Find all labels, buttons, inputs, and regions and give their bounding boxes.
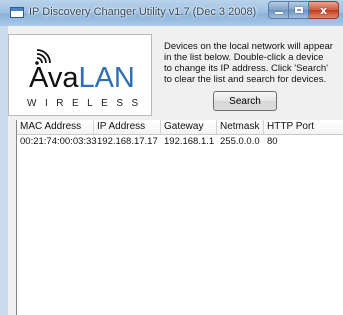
maximize-icon	[294, 7, 303, 13]
cell-http-port: 80	[267, 136, 278, 147]
app-window-icon	[10, 7, 24, 18]
maximize-button[interactable]	[289, 1, 309, 19]
window-controls: x	[268, 1, 339, 19]
cell-ip: 192.168.17.17	[97, 136, 158, 147]
app-window: IP Discovery Changer Utility v1.7 (Dec 3…	[0, 0, 343, 315]
logo-subtitle: WIRELESS	[27, 98, 147, 109]
column-header-mac[interactable]: MAC Address	[17, 120, 94, 134]
avalan-logo: AvaLAN WIRELESS	[8, 34, 152, 116]
logo-brand-lan: LAN	[78, 62, 135, 94]
search-button[interactable]: Search	[213, 91, 277, 111]
logo-wordmark: AvaLAN	[29, 62, 135, 95]
column-header-http-port[interactable]: HTTP Port	[264, 120, 343, 134]
column-header-ip[interactable]: IP Address	[94, 120, 161, 134]
column-header-netmask[interactable]: Netmask	[217, 120, 264, 134]
column-header-gateway[interactable]: Gateway	[161, 120, 217, 134]
instructions-text: Devices on the local network will appear…	[164, 41, 333, 85]
title-bar[interactable]: IP Discovery Changer Utility v1.7 (Dec 3…	[0, 0, 343, 27]
logo-brand-ava: Ava	[29, 62, 79, 94]
table-row[interactable]: 00:21:74:00:03:33 192.168.17.17 192.168.…	[17, 135, 343, 149]
cell-gateway: 192.168.1.1	[164, 136, 215, 147]
close-icon: x	[319, 3, 328, 17]
minimize-button[interactable]	[268, 1, 289, 19]
window-title: IP Discovery Changer Utility v1.7 (Dec 3…	[29, 6, 257, 18]
device-list[interactable]: MAC Address IP Address Gateway Netmask H…	[17, 120, 343, 315]
close-button[interactable]: x	[309, 1, 339, 19]
cell-netmask: 255.0.0.0	[220, 136, 260, 147]
minimize-icon	[274, 11, 283, 14]
list-header: MAC Address IP Address Gateway Netmask H…	[17, 120, 343, 135]
cell-mac: 00:21:74:00:03:33	[20, 136, 97, 147]
